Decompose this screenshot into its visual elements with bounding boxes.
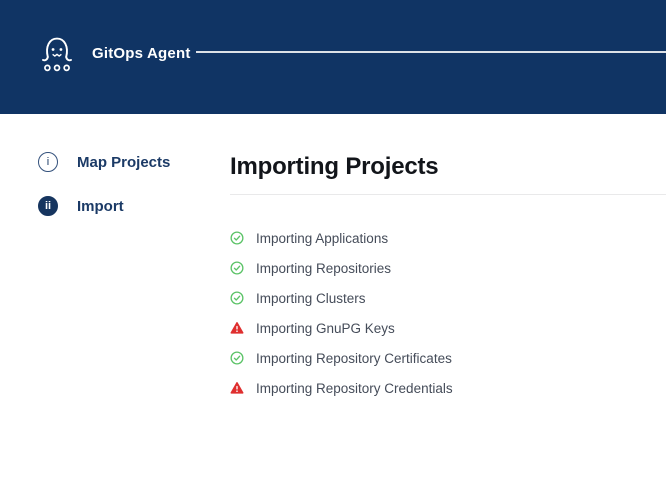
status-row-label: Importing Repository Certificates	[256, 351, 452, 366]
step-import[interactable]: ii Import	[38, 196, 170, 216]
step-2-label: Import	[77, 198, 124, 215]
status-row-label: Importing Repositories	[256, 261, 391, 276]
status-row-label: Importing Applications	[256, 231, 388, 246]
main-content: Importing Projects Importing Application…	[230, 152, 666, 395]
status-row: Importing Repositories	[230, 261, 666, 275]
step-2-bullet: ii	[38, 196, 58, 216]
import-status-list: Importing Applications Importing Reposit…	[230, 231, 666, 395]
header-rule	[196, 51, 666, 53]
status-row: Importing Repository Credentials	[230, 381, 666, 395]
title-divider	[230, 194, 666, 195]
brand: GitOps Agent	[36, 30, 191, 76]
success-check-icon	[230, 351, 244, 365]
error-triangle-icon	[230, 381, 244, 395]
success-check-icon	[230, 261, 244, 275]
page-title: Importing Projects	[230, 152, 666, 182]
status-row: Importing Clusters	[230, 291, 666, 305]
status-row-label: Importing Repository Credentials	[256, 381, 453, 396]
step-1-label: Map Projects	[77, 154, 170, 171]
status-row: Importing GnuPG Keys	[230, 321, 666, 335]
step-map-projects[interactable]: i Map Projects	[38, 152, 170, 172]
app-header: GitOps Agent	[0, 0, 666, 114]
status-row: Importing Repository Certificates	[230, 351, 666, 365]
status-row-label: Importing GnuPG Keys	[256, 321, 395, 336]
success-check-icon	[230, 291, 244, 305]
status-row-label: Importing Clusters	[256, 291, 366, 306]
status-row: Importing Applications	[230, 231, 666, 245]
step-1-bullet: i	[38, 152, 58, 172]
error-triangle-icon	[230, 321, 244, 335]
success-check-icon	[230, 231, 244, 245]
wizard-steps: i Map Projects ii Import	[38, 152, 170, 216]
squid-logo-icon	[36, 30, 78, 76]
brand-title: GitOps Agent	[92, 45, 191, 62]
